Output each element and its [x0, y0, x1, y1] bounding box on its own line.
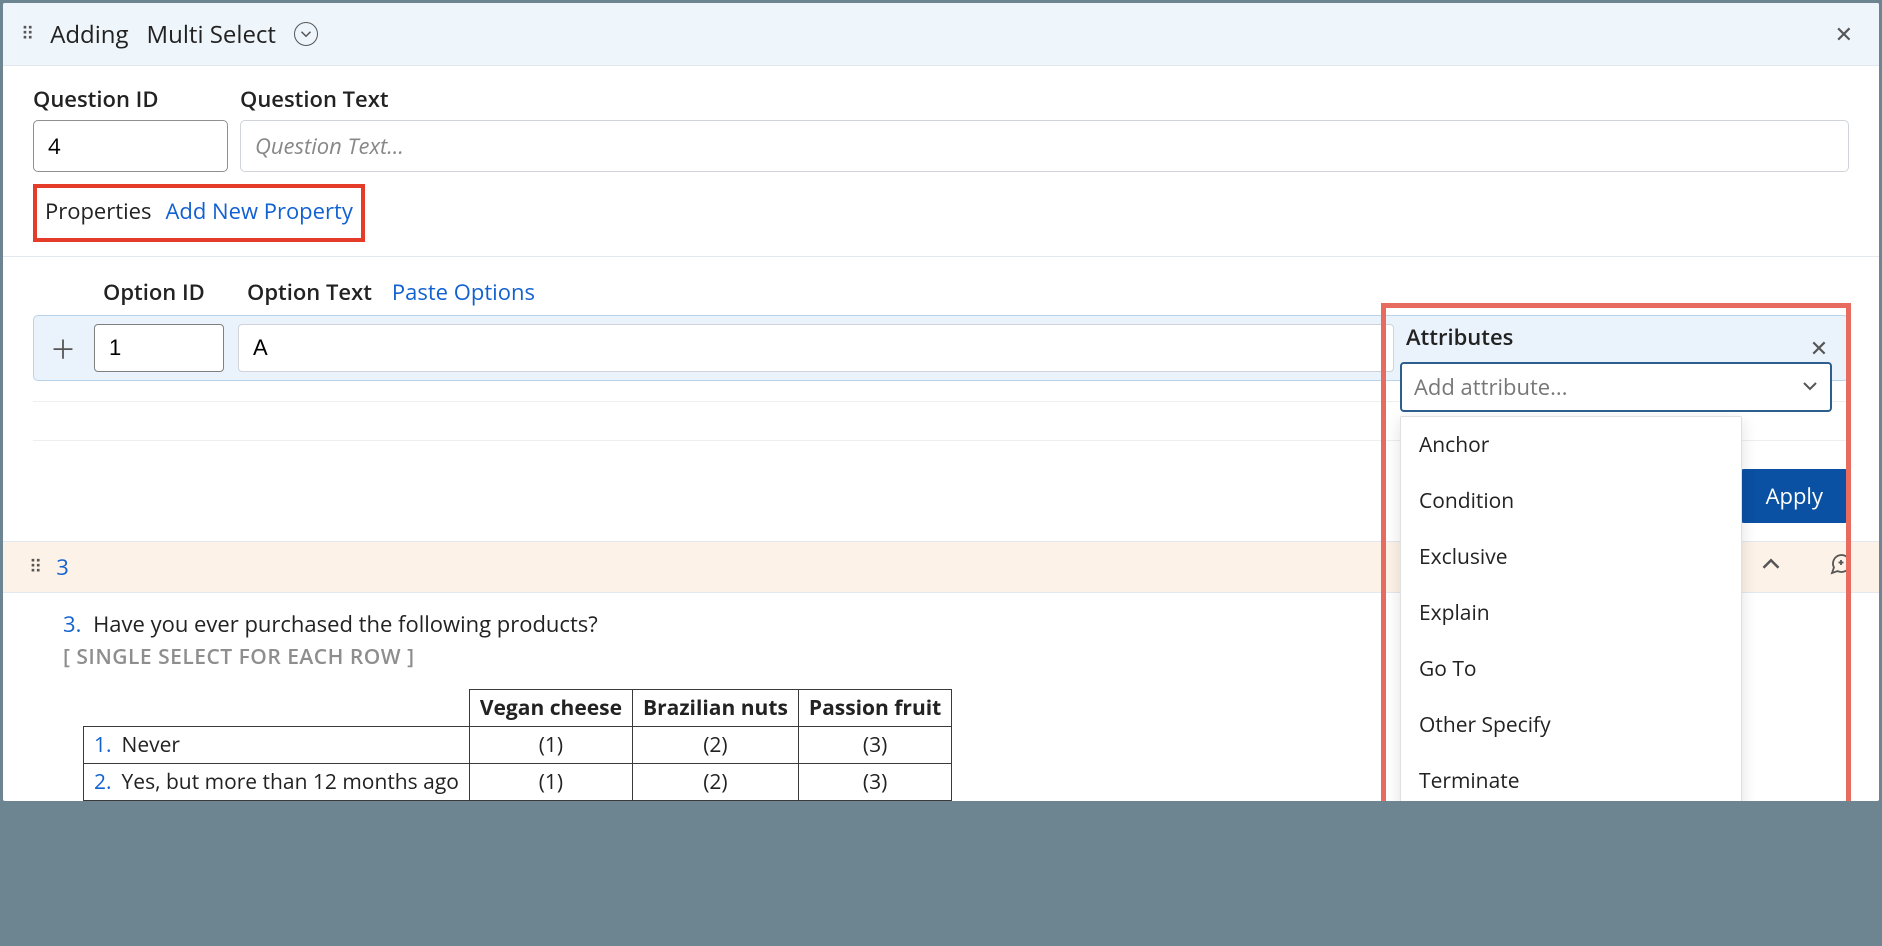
attributes-dropdown: Anchor Condition Exclusive Explain Go To… [1400, 416, 1742, 801]
question-title-number: 3. [63, 609, 81, 639]
close-icon[interactable]: ✕ [1827, 15, 1861, 53]
question-fields-row: Question ID Question Text [33, 84, 1849, 172]
question-text-input[interactable] [240, 120, 1849, 172]
attribute-option-exclusive[interactable]: Exclusive [1401, 529, 1741, 585]
add-property-link[interactable]: Add New Property [166, 196, 353, 226]
question-id-input[interactable] [33, 120, 228, 172]
question-id-group: Question ID [33, 84, 228, 172]
row-label: Yes, but more than 12 months ago [112, 764, 470, 801]
mode-label: Adding [50, 18, 128, 51]
attribute-option-explain[interactable]: Explain [1401, 585, 1741, 641]
properties-row: Properties Add New Property [33, 184, 365, 242]
question-text-group: Question Text [240, 84, 1849, 172]
cell[interactable]: (1) [469, 764, 632, 801]
chevron-down-icon [1802, 374, 1818, 400]
table-row: 2. Yes, but more than 12 months ago (1) … [84, 764, 952, 801]
cell[interactable]: (2) [632, 727, 798, 764]
option-text-input[interactable] [238, 324, 1394, 372]
row-label: Never [112, 727, 470, 764]
cell[interactable]: (3) [798, 764, 951, 801]
divider [3, 256, 1879, 257]
paste-options-link[interactable]: Paste Options [392, 277, 535, 307]
column-header: Passion fruit [798, 690, 951, 727]
editor-frame: ⠿ Adding Multi Select ✕ Question ID Ques… [3, 3, 1879, 801]
panel-body: Question ID Question Text Properties Add… [3, 66, 1879, 441]
attribute-option-other-specify[interactable]: Other Specify [1401, 697, 1741, 753]
column-header: Vegan cheese [469, 690, 632, 727]
column-header: Brazilian nuts [632, 690, 798, 727]
question-grid: Vegan cheese Brazilian nuts Passion frui… [83, 689, 952, 801]
table-header-row: Vegan cheese Brazilian nuts Passion frui… [84, 690, 952, 727]
drag-handle-icon[interactable]: ⠿ [21, 22, 32, 46]
attribute-option-terminate[interactable]: Terminate [1401, 753, 1741, 801]
option-text-label: Option Text [247, 277, 372, 307]
question-text-label: Question Text [240, 84, 1849, 114]
attributes-combobox[interactable]: Add attribute... [1400, 362, 1832, 412]
attributes-panel: Attributes Add attribute... Anchor Condi… [1381, 303, 1851, 801]
row-number: 2. [84, 764, 112, 801]
cell[interactable]: (1) [469, 727, 632, 764]
table-row: 1. Never (1) (2) (3) [84, 727, 952, 764]
cell[interactable]: (3) [798, 727, 951, 764]
option-id-label: Option ID [103, 277, 233, 307]
attribute-option-condition[interactable]: Condition [1401, 473, 1741, 529]
question-id-label: Question ID [33, 84, 228, 114]
drag-handle-icon[interactable]: ⠿ [29, 555, 40, 579]
attributes-label: Attributes [1406, 322, 1832, 352]
question-number-link[interactable]: 3 [56, 552, 69, 582]
panel-header: ⠿ Adding Multi Select ✕ [3, 3, 1879, 66]
attribute-option-goto[interactable]: Go To [1401, 641, 1741, 697]
properties-label: Properties [45, 196, 152, 226]
attribute-option-anchor[interactable]: Anchor [1401, 417, 1741, 473]
question-type-label: Multi Select [147, 18, 276, 51]
cell[interactable]: (2) [632, 764, 798, 801]
option-id-input[interactable] [94, 324, 224, 372]
attributes-placeholder: Add attribute... [1414, 372, 1567, 402]
type-dropdown-icon[interactable] [294, 22, 318, 46]
question-title-text: Have you ever purchased the following pr… [93, 609, 598, 639]
add-option-icon[interactable]: ＋ [46, 330, 80, 367]
row-number: 1. [84, 727, 112, 764]
